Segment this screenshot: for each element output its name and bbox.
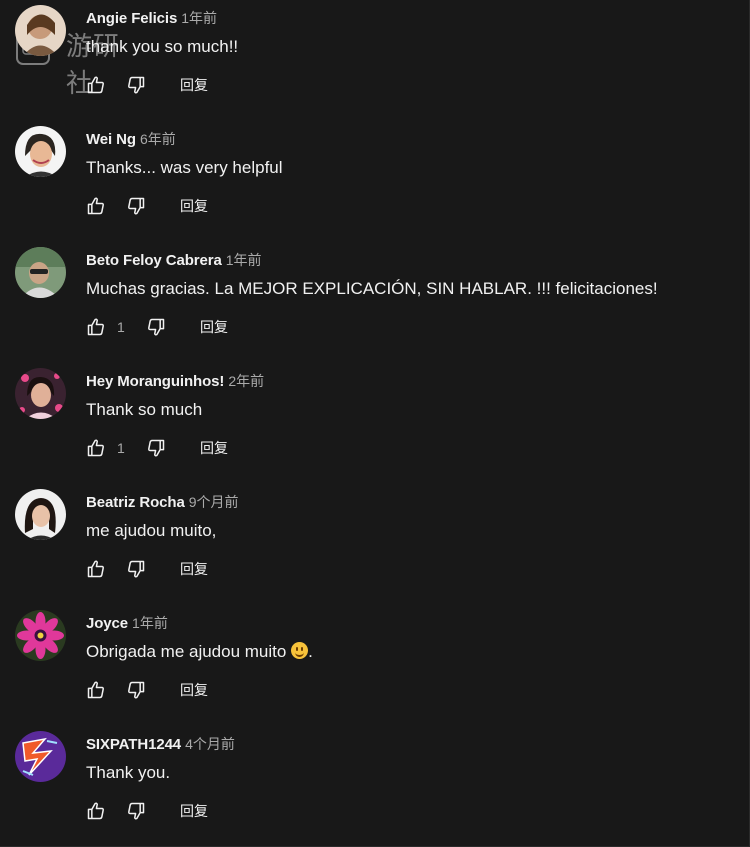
thumb-down-icon <box>128 802 145 820</box>
comment-text: thank you so much!! <box>86 37 239 56</box>
thumb-up-icon <box>87 76 104 94</box>
comment-actions: 1 回复 <box>86 437 228 459</box>
like-button[interactable] <box>86 438 106 458</box>
reply-button[interactable]: 回复 <box>180 75 208 95</box>
comment-text: Thank so much <box>86 400 203 419</box>
thumb-down-icon <box>128 681 145 699</box>
dislike-button[interactable] <box>146 438 166 458</box>
comment-actions: 1 回复 <box>86 316 228 338</box>
thumb-up-icon <box>87 439 104 457</box>
comment-item: Angie Felicis 1年前 thank you so much!! 回复 <box>0 0 750 121</box>
smiley-emoji-icon <box>291 642 309 659</box>
comment-actions: 回复 <box>86 74 208 96</box>
comment-author[interactable]: Joyce <box>86 615 128 632</box>
comment-author[interactable]: Hey Moranguinhos! <box>86 373 224 390</box>
like-button[interactable] <box>86 559 106 579</box>
comment-text-suffix: . <box>308 642 313 661</box>
avatar-angie-icon[interactable] <box>15 5 66 56</box>
thumb-up-icon <box>87 681 104 699</box>
avatar-hey-icon[interactable] <box>15 368 66 419</box>
like-button[interactable] <box>86 75 106 95</box>
comment-text: Thank you. <box>86 763 171 782</box>
comment-item: Hey Moranguinhos! 2年前 Thank so much 1 回复 <box>0 363 750 484</box>
dislike-button[interactable] <box>126 680 146 700</box>
comment-time[interactable]: 1年前 <box>181 10 217 26</box>
avatar-wei-icon[interactable] <box>15 126 66 177</box>
reply-button[interactable]: 回复 <box>180 680 208 700</box>
comment-time[interactable]: 1年前 <box>226 252 262 268</box>
like-button[interactable] <box>86 196 106 216</box>
comment-text: Thanks... was very helpful <box>86 158 283 177</box>
thumb-down-icon <box>128 76 145 94</box>
reply-button[interactable]: 回复 <box>200 438 228 458</box>
comment-list: 游研社 Angie Felicis 1年前 thank you so much!!… <box>0 0 750 847</box>
reply-button[interactable]: 回复 <box>180 801 208 821</box>
comment-author[interactable]: Wei Ng <box>86 131 136 148</box>
comment-time[interactable]: 1年前 <box>132 615 168 631</box>
avatar-sixpath-icon[interactable] <box>15 731 66 782</box>
avatar-joyce-icon[interactable] <box>15 610 66 661</box>
comment-item: Beto Feloy Cabrera 1年前 Muchas gracias. La… <box>0 242 750 363</box>
thumb-up-icon <box>87 802 104 820</box>
comment-item: Wei Ng 6年前 Thanks... was very helpful 回复 <box>0 121 750 242</box>
dislike-button[interactable] <box>126 196 146 216</box>
comment-actions: 回复 <box>86 195 208 217</box>
comment-author[interactable]: Beatriz Rocha <box>86 494 185 511</box>
dislike-button[interactable] <box>126 559 146 579</box>
reply-button[interactable]: 回复 <box>180 196 208 216</box>
reply-button[interactable]: 回复 <box>200 317 228 337</box>
like-count: 1 <box>117 319 125 335</box>
comment-time[interactable]: 6年前 <box>140 131 176 147</box>
comment-item: SIXPATH1244 4个月前 Thank you. 回复 <box>0 726 750 847</box>
like-count: 1 <box>117 440 125 456</box>
comment-actions: 回复 <box>86 558 208 580</box>
thumb-up-icon <box>87 318 104 336</box>
avatar-beto-icon[interactable] <box>15 247 66 298</box>
reply-button[interactable]: 回复 <box>180 559 208 579</box>
thumb-up-icon <box>87 560 104 578</box>
like-button[interactable] <box>86 680 106 700</box>
comment-actions: 回复 <box>86 679 208 701</box>
comment-text: Obrigada me ajudou muito . <box>86 641 313 663</box>
dislike-button[interactable] <box>126 801 146 821</box>
comment-author[interactable]: Beto Feloy Cabrera <box>86 252 222 269</box>
comment-author[interactable]: SIXPATH1244 <box>86 736 181 753</box>
comment-actions: 回复 <box>86 800 208 822</box>
comment-item: Joyce 1年前 Obrigada me ajudou muito . 回复 <box>0 605 750 726</box>
like-button[interactable] <box>86 317 106 337</box>
comment-item: Beatriz Rocha 9个月前 me ajudou muito, 回复 <box>0 484 750 605</box>
comment-time[interactable]: 2年前 <box>228 373 264 389</box>
dislike-button[interactable] <box>146 317 166 337</box>
comment-time[interactable]: 9个月前 <box>189 494 239 510</box>
comment-time[interactable]: 4个月前 <box>185 736 235 752</box>
comment-author[interactable]: Angie Felicis <box>86 10 177 27</box>
avatar-beatriz-icon[interactable] <box>15 489 66 540</box>
dislike-button[interactable] <box>126 75 146 95</box>
like-button[interactable] <box>86 801 106 821</box>
thumb-down-icon <box>128 197 145 215</box>
thumb-up-icon <box>87 197 104 215</box>
comment-text-body: Obrigada me ajudou muito <box>86 642 287 661</box>
thumb-down-icon <box>128 560 145 578</box>
comment-text: me ajudou muito, <box>86 521 217 540</box>
thumb-down-icon <box>148 439 165 457</box>
comment-text: Muchas gracias. La MEJOR EXPLICACIÓN, SI… <box>86 279 658 298</box>
thumb-down-icon <box>148 318 165 336</box>
